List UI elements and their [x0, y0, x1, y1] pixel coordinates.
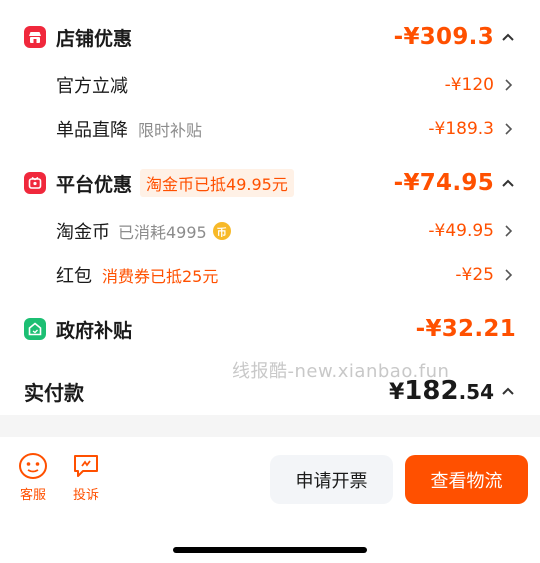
taojinbi-tag: 已消耗4995 — [118, 223, 207, 242]
chevron-right-icon[interactable] — [502, 268, 514, 282]
total-integer: 182 — [404, 376, 459, 406]
customer-service-label: 客服 — [19, 488, 46, 503]
customer-service-button[interactable]: 客服 — [18, 452, 48, 503]
service-face-icon — [19, 453, 47, 479]
official-reduction-amount: -¥120 — [444, 75, 494, 95]
store-icon — [24, 26, 46, 48]
gov-subsidy-title: 政府补贴 — [56, 319, 133, 342]
home-indicator[interactable] — [173, 547, 367, 553]
platform-icon — [24, 172, 46, 194]
total-amount: ¥182.54 — [389, 376, 494, 406]
single-item-label: 单品直降 — [56, 120, 128, 141]
red-packet-label: 红包 — [56, 266, 92, 287]
platform-discount-row[interactable]: 平台优惠 淘金币已抵49.95元 -¥74.95 — [0, 168, 540, 198]
store-discount-amount: -¥309.3 — [393, 24, 494, 50]
total-label: 实付款 — [24, 380, 84, 405]
total-row[interactable]: 实付款 ¥182.54 — [0, 374, 540, 408]
single-item-row[interactable]: 单品直降 限时补贴 -¥189.3 — [0, 114, 540, 144]
chevron-up-icon[interactable] — [500, 383, 516, 399]
red-packet-tag: 消费券已抵25元 — [102, 267, 219, 286]
platform-discount-tag: 淘金币已抵49.95元 — [140, 169, 294, 197]
chevron-right-icon[interactable] — [502, 122, 514, 136]
red-packet-amount: -¥25 — [455, 265, 494, 285]
coin-icon: 币 — [212, 222, 231, 240]
section-divider — [0, 415, 540, 437]
complaint-button[interactable]: 投诉 — [72, 452, 100, 503]
chevron-right-icon[interactable] — [502, 78, 514, 92]
single-item-amount: -¥189.3 — [428, 119, 494, 139]
red-packet-row[interactable]: 红包 消费券已抵25元 -¥25 — [0, 260, 540, 290]
chevron-up-icon[interactable] — [500, 29, 516, 45]
total-currency: ¥ — [388, 380, 405, 405]
store-discount-row[interactable]: 店铺优惠 -¥309.3 — [0, 22, 540, 52]
official-reduction-row[interactable]: 官方立减 -¥120 — [0, 70, 540, 100]
home-shield-icon — [24, 318, 46, 340]
gov-subsidy-row: 政府补贴 -¥32.21 — [0, 314, 540, 344]
complaint-chat-icon — [74, 455, 98, 477]
taojinbi-label: 淘金币 — [56, 222, 110, 243]
gov-subsidy-amount: -¥32.21 — [415, 316, 516, 342]
request-invoice-button[interactable]: 申请开票 — [270, 455, 393, 504]
platform-discount-title: 平台优惠 — [56, 173, 133, 196]
chevron-right-icon[interactable] — [502, 224, 514, 238]
total-decimal: .54 — [458, 380, 494, 404]
complaint-label: 投诉 — [72, 488, 99, 503]
view-logistics-button[interactable]: 查看物流 — [405, 455, 528, 504]
chevron-up-icon[interactable] — [500, 175, 516, 191]
taojinbi-amount: -¥49.95 — [428, 221, 494, 241]
store-discount-title: 店铺优惠 — [56, 27, 133, 50]
taojinbi-row[interactable]: 淘金币 已消耗4995 币 -¥49.95 — [0, 216, 540, 246]
single-item-tag: 限时补贴 — [138, 121, 203, 140]
platform-discount-amount: -¥74.95 — [393, 170, 494, 196]
coin-glyph: 币 — [216, 227, 227, 239]
official-reduction-label: 官方立减 — [56, 76, 128, 97]
